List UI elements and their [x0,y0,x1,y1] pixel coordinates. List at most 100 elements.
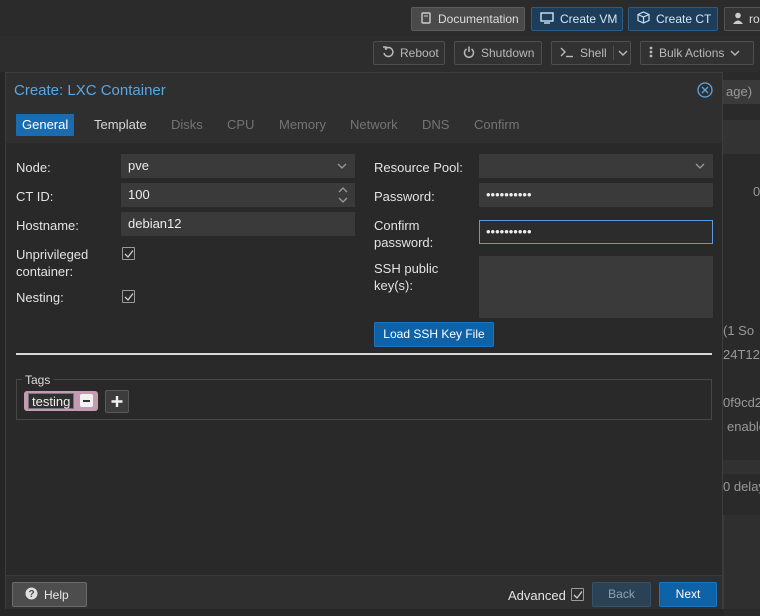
user-label: ro [749,12,760,26]
password-input[interactable]: •••••••••• [479,183,713,207]
bulk-actions-button[interactable]: Bulk Actions [640,41,754,65]
documentation-label: Documentation [438,12,519,26]
password-label: Password: [374,189,435,204]
resource-pool-label: Resource Pool: [374,160,463,175]
spinner-arrows-icon[interactable] [338,186,348,204]
help-button[interactable]: ? Help [12,582,87,607]
unprivileged-label-line2: container: [16,264,74,279]
shutdown-button[interactable]: Shutdown [454,41,542,65]
tab-disks[interactable]: Disks [165,114,209,136]
user-menu-button[interactable]: ro [724,7,760,31]
unprivileged-label: Unprivileged container: [16,246,88,280]
node-toolbar: Reboot Shutdown Shell Bulk Actions [0,36,760,72]
confirm-password-label-line1: Confirm [374,218,420,233]
node-label: Node: [16,160,51,175]
user-icon [733,12,743,27]
background-divider [723,460,760,474]
tags-legend: Tags [22,373,54,387]
tab-template[interactable]: Template [88,114,153,136]
background-text: (1 So [723,323,755,338]
advanced-checkbox[interactable] [571,588,584,601]
dialog-title: Create: LXC Container [14,82,166,99]
tab-confirm[interactable]: Confirm [468,114,526,136]
background-text: enable [727,419,760,434]
checkmark-icon [124,250,134,258]
ellipsis-vertical-icon [649,46,653,61]
plus-icon [111,396,123,407]
shell-label: Shell [580,46,607,60]
chevron-down-icon[interactable] [336,155,348,177]
chevron-down-icon[interactable] [694,155,706,177]
dialog-footer: ? Help Advanced Back Next [6,575,722,609]
background-header [723,120,760,154]
section-separator [16,353,712,355]
create-vm-label: Create VM [560,12,618,26]
unprivileged-checkbox[interactable] [122,247,135,260]
background-text: 24T12 [723,347,760,362]
tag-chip[interactable]: testing [24,391,98,411]
tab-memory[interactable]: Memory [273,114,332,136]
reboot-button[interactable]: Reboot [373,41,445,65]
shell-button[interactable]: Shell [551,41,631,65]
top-bar: Documentation Create VM Create CT ro [0,0,760,36]
create-vm-button[interactable]: Create VM [531,7,623,31]
background-text: 0 [753,184,760,199]
hostname-input[interactable]: debian12 [121,212,355,236]
tag-text[interactable]: testing [28,393,75,409]
tab-general[interactable]: General [16,114,75,136]
chevron-down-icon[interactable] [612,46,628,60]
resource-pool-select[interactable] [479,154,713,178]
ctid-spinner[interactable]: 100 [121,183,355,207]
ssh-key-textarea[interactable] [479,256,713,318]
confirm-password-input[interactable]: •••••••••• [479,220,713,244]
background-text: 0f9cd2 [723,395,760,410]
power-icon [463,46,475,61]
dialog-header: Create: LXC Container [6,73,722,109]
shutdown-label: Shutdown [481,46,535,60]
desktop-icon [540,11,554,27]
ssh-key-label-line2: key(s): [374,278,413,293]
remove-tag-icon[interactable] [80,394,93,407]
checkmark-icon [124,293,134,301]
bulk-actions-label: Bulk Actions [659,46,725,60]
confirm-password-label: Confirm password: [374,217,433,251]
password-value: •••••••••• [486,187,532,202]
documentation-button[interactable]: Documentation [411,7,525,31]
hostname-label: Hostname: [16,218,79,233]
nesting-checkbox[interactable] [122,290,135,303]
add-tag-button[interactable] [105,390,129,413]
question-circle-icon: ? [25,587,38,603]
reboot-label: Reboot [400,46,439,60]
confirm-password-value: •••••••••• [486,224,532,239]
terminal-icon [560,46,574,61]
dialog-tabs: General Template Disks CPU Memory Networ… [6,109,722,143]
chevron-down-icon [730,46,740,60]
load-ssh-key-button[interactable]: Load SSH Key File [374,322,494,347]
ssh-key-label: SSH public key(s): [374,260,438,294]
create-lxc-dialog: Create: LXC Container General Template D… [5,72,723,609]
svg-text:?: ? [28,589,34,600]
book-icon [420,11,432,27]
next-button[interactable]: Next [659,582,717,607]
ctid-value: 100 [128,187,150,202]
ssh-key-label-line1: SSH public [374,261,439,276]
help-label: Help [44,587,69,602]
close-icon[interactable] [697,82,713,98]
back-button[interactable]: Back [592,582,651,607]
nesting-label: Nesting: [16,290,64,305]
undo-icon [382,45,394,61]
checkmark-icon [573,591,583,599]
cube-icon [637,11,650,27]
tab-cpu[interactable]: CPU [221,114,260,136]
node-select[interactable]: pve [121,154,355,178]
tab-network[interactable]: Network [344,114,404,136]
tab-dns[interactable]: DNS [416,114,455,136]
ctid-label: CT ID: [16,189,54,204]
create-ct-button[interactable]: Create CT [628,7,718,31]
background-text: age) [726,84,753,99]
unprivileged-label-line1: Unprivileged [16,247,89,262]
confirm-password-label-line2: password: [374,235,434,250]
hostname-value: debian12 [128,216,182,231]
background-text: 0 delay [723,479,760,494]
background-grid [723,515,760,609]
